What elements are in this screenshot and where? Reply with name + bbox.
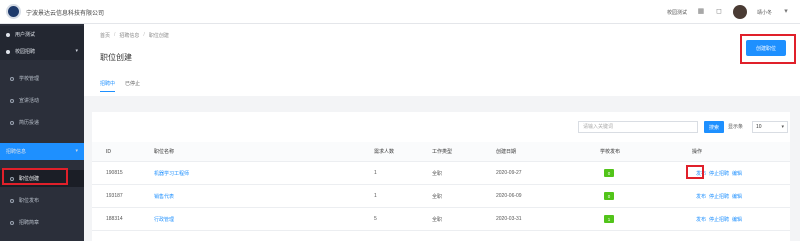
cell-published: 1 (604, 208, 614, 230)
switch-campus-link[interactable]: 校园测试 (667, 9, 687, 16)
highlight-box (686, 165, 704, 179)
circle-icon (10, 220, 14, 225)
cell-operations: 发布 停止招聘 编辑 (696, 185, 742, 207)
publish-link[interactable]: 发布 (696, 216, 706, 223)
tab-recruiting[interactable]: 招聘中 (100, 80, 116, 92)
edit-link[interactable]: 编辑 (732, 170, 742, 177)
page-size-label: 显示条 (728, 124, 744, 130)
cell-count: 5 (374, 216, 377, 222)
sidebar-item-recruit-info[interactable]: 招聘信息 ▾ (0, 143, 84, 160)
stop-recruit-link[interactable]: 停止招聘 (709, 170, 729, 177)
column-header: 需求人数 (374, 149, 395, 155)
sidebar-item-label: 招聘信息 (6, 149, 27, 155)
avatar[interactable] (732, 5, 747, 19)
chevron-down-icon: ▾ (781, 124, 784, 130)
cell-published: 0 (604, 185, 614, 207)
sidebar-item-label: 简历投递 (19, 120, 40, 126)
chevron-down-icon: ▾ (75, 48, 78, 54)
company-logo[interactable] (6, 4, 21, 19)
search-input[interactable]: 请输入关键词 (578, 121, 698, 133)
cell-position-name[interactable]: 销售代表 (154, 185, 174, 207)
breadcrumb: 首页 / 招聘信息 / 职位创建 (100, 32, 169, 39)
cell-count: 1 (374, 193, 377, 199)
sidebar-item-label: 宣讲活动 (19, 98, 40, 104)
cell-date: 2020-06-09 (496, 193, 522, 199)
highlight-box (740, 34, 796, 64)
cell-type: 全职 (432, 170, 443, 177)
breadcrumb-current: 职位创建 (148, 33, 169, 39)
sidebar: 用户测试 校园招聘 ▾ 学校管理 宣讲活动 简历投递 招聘信息 ▾ 职位创建 职… (0, 24, 84, 241)
status-badge: 1 (604, 215, 614, 223)
edit-link[interactable]: 编辑 (732, 193, 742, 200)
cell-id: 188314 (106, 216, 123, 222)
sidebar-item-seminar[interactable]: 宣讲活动 (0, 92, 84, 109)
search-button[interactable]: 搜索 (704, 121, 724, 133)
highlight-box (2, 168, 68, 185)
main-content: 首页 / 招聘信息 / 职位创建 职位创建 招聘中 已停止 创建职位 请输入关键… (84, 24, 800, 241)
notification-icon[interactable]: ◻ (715, 8, 723, 16)
cell-date: 2020-09-27 (496, 170, 522, 176)
grid-icon[interactable]: ▦ (697, 8, 705, 16)
cell-published: 0 (604, 162, 614, 184)
sidebar-item-user-test[interactable]: 用户测试 (0, 26, 84, 43)
breadcrumb-separator: / (114, 32, 116, 38)
column-header: 创建日期 (496, 149, 517, 155)
chevron-down-icon[interactable]: ▾ (782, 8, 790, 16)
edit-link[interactable]: 编辑 (732, 216, 742, 223)
sidebar-item-position-publish[interactable]: 职位发布 (0, 192, 84, 209)
stop-recruit-link[interactable]: 停止招聘 (709, 193, 729, 200)
tab-stopped[interactable]: 已停止 (125, 80, 140, 92)
circle-icon (10, 76, 14, 81)
sidebar-item-resume[interactable]: 简历投递 (0, 114, 84, 131)
sidebar-item-recruit-brochure[interactable]: 招聘简章 (0, 214, 84, 231)
circle-icon (10, 198, 14, 203)
cell-position-name[interactable]: 行政管理 (154, 208, 174, 230)
page-size-select[interactable]: 10 ▾ (752, 121, 788, 133)
sidebar-item-label: 用户测试 (15, 32, 36, 38)
top-right-tools: 校园测试 ▦ ◻ 靖小冬 ▾ (667, 4, 790, 20)
status-tabs: 招聘中 已停止 (100, 80, 140, 92)
page-size-value: 10 (756, 124, 762, 130)
column-header: 工作类型 (432, 149, 453, 155)
column-header: 职位名称 (154, 149, 175, 155)
cell-id: 193187 (106, 193, 123, 199)
top-bar: 宁波景达云信息科技有限公司 校园测试 ▦ ◻ 靖小冬 ▾ (0, 0, 800, 24)
sidebar-item-label: 学校管理 (19, 76, 40, 82)
cell-type: 全职 (432, 216, 443, 223)
user-name[interactable]: 靖小冬 (757, 9, 772, 16)
sidebar-item-label: 招聘简章 (19, 220, 40, 226)
table-row: 188314 行政管理 5 全职 2020-03-31 1 发布 停止招聘 编辑 (92, 208, 790, 231)
cell-date: 2020-03-31 (496, 216, 522, 222)
column-header: ID (106, 148, 111, 155)
status-badge: 0 (604, 169, 614, 177)
page-title: 职位创建 (100, 53, 132, 62)
table-header-row: ID 职位名称 需求人数 工作类型 创建日期 学校发布 操作 (92, 142, 790, 162)
publish-link[interactable]: 发布 (696, 193, 706, 200)
sidebar-item-campus-recruit[interactable]: 校园招聘 ▾ (0, 43, 84, 60)
menu-dot-icon (6, 32, 10, 37)
sidebar-item-label: 职位发布 (19, 198, 40, 204)
sidebar-item-label: 校园招聘 (15, 49, 36, 55)
breadcrumb-separator: / (143, 32, 145, 38)
table-row: 193187 销售代表 1 全职 2020-06-09 0 发布 停止招聘 编辑 (92, 185, 790, 208)
status-badge: 0 (604, 192, 614, 200)
company-name: 宁波景达云信息科技有限公司 (26, 11, 105, 17)
sidebar-item-school-manage[interactable]: 学校管理 (0, 70, 84, 87)
cell-id: 190815 (106, 170, 123, 176)
cell-position-name[interactable]: 机器学习工程师 (154, 162, 189, 184)
cell-type: 全职 (432, 193, 443, 200)
stop-recruit-link[interactable]: 停止招聘 (709, 216, 729, 223)
column-header: 操作 (692, 149, 703, 155)
circle-icon (10, 120, 14, 125)
breadcrumb-recruit[interactable]: 招聘信息 (119, 32, 139, 39)
column-header: 学校发布 (600, 149, 621, 155)
circle-icon (10, 98, 14, 103)
cell-operations: 发布 停止招聘 编辑 (696, 208, 742, 230)
menu-dot-icon (6, 49, 10, 54)
chevron-down-icon: ▾ (75, 148, 78, 154)
page-header: 首页 / 招聘信息 / 职位创建 职位创建 招聘中 已停止 创建职位 (84, 24, 800, 96)
cell-count: 1 (374, 170, 377, 176)
breadcrumb-home[interactable]: 首页 (100, 32, 110, 39)
